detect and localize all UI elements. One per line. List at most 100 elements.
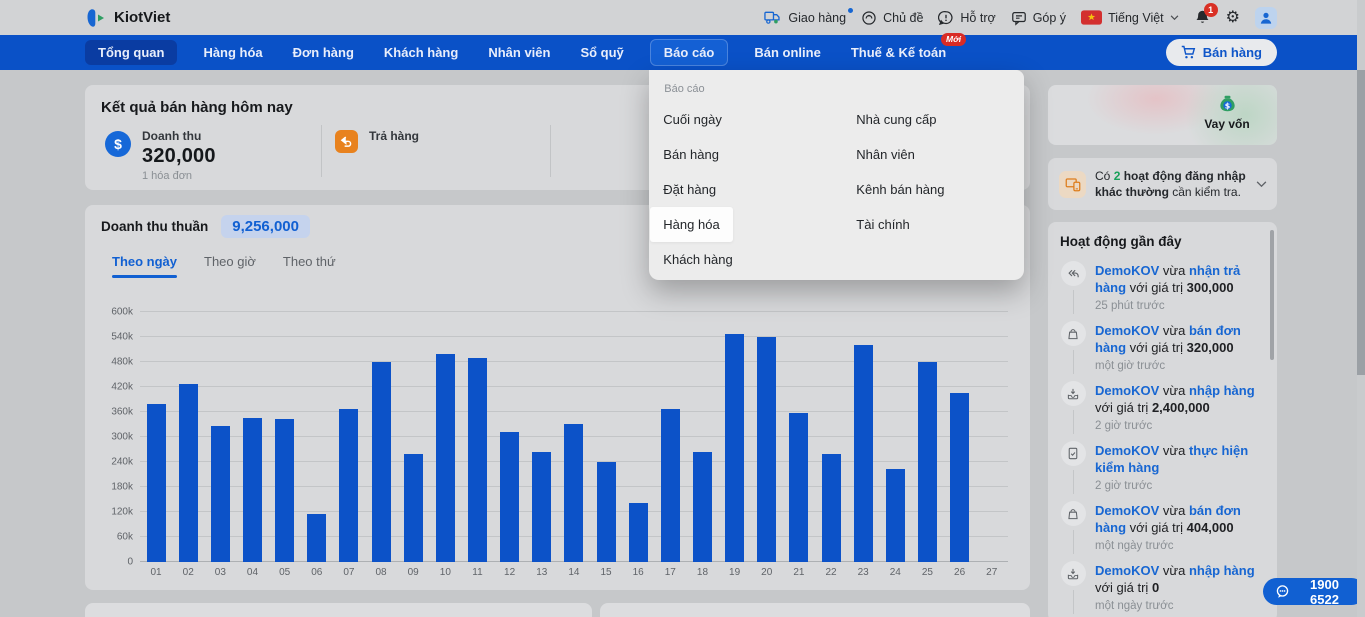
x-tick-16: 16 xyxy=(622,567,654,578)
bar-slot-24 xyxy=(879,469,911,562)
activity-segment: 0 xyxy=(1152,580,1159,595)
bar-26 xyxy=(950,393,969,562)
nav-item-bao-cao[interactable]: Báo cáoBáo cáoCuối ngàyBán hàngĐặt hàngH… xyxy=(650,39,729,66)
nav-items: Tổng quan Hàng hóa Đơn hàng Khách hàng Nhân … xyxy=(85,35,950,70)
x-tick-06: 06 xyxy=(301,567,333,578)
timeline-connector xyxy=(1073,290,1074,314)
bar-slot-22 xyxy=(815,454,847,562)
login-alert-card[interactable]: Có 2 hoạt động đăng nhập khác thường cần… xyxy=(1048,158,1277,210)
x-tick-11: 11 xyxy=(461,567,493,578)
import-icon xyxy=(1061,561,1086,586)
gop-y-menu-item[interactable]: Góp ý xyxy=(1011,10,1066,26)
chart-tabs: Theo ngày Theo giờ Theo thứ xyxy=(112,254,336,278)
menu-item-hang-hoa[interactable]: Hàng hóa xyxy=(650,207,732,242)
nav-item-nhan-vien[interactable]: Nhân viên xyxy=(484,40,554,65)
activity-text: DemoKOV vừa nhận trả hàng với giá trị 30… xyxy=(1095,262,1269,296)
menu-item-khach-hang[interactable]: Khách hàng xyxy=(650,242,745,277)
sell-button[interactable]: Bán hàng xyxy=(1166,39,1277,66)
divider xyxy=(321,125,322,177)
activity-link[interactable]: DemoKOV xyxy=(1095,563,1159,578)
activity-text: DemoKOV vừa bán đơn hàng với giá trị 404… xyxy=(1095,502,1269,536)
loan-link[interactable]: $ Vay vốn xyxy=(1196,93,1258,131)
tab-theo-ngày[interactable]: Theo ngày xyxy=(112,254,177,278)
timeline-connector xyxy=(1073,410,1074,434)
returns-metric: Trả hàng xyxy=(335,129,419,153)
chat-bubble-icon xyxy=(1275,584,1290,599)
nav-item-thue-ke-toan[interactable]: Thuế & Kế toánMới xyxy=(847,40,950,65)
brand[interactable]: KiotViet xyxy=(85,0,170,35)
bar-slot-06 xyxy=(301,514,333,562)
giao-hang-label: Giao hàng xyxy=(788,11,846,25)
bag-icon xyxy=(1061,501,1086,526)
menu-item-tai-chinh[interactable]: Tài chính xyxy=(843,207,922,242)
window-scrollbar[interactable] xyxy=(1357,0,1365,617)
bar-05 xyxy=(275,419,294,562)
activity-list: DemoKOV vừa nhận trả hàng với giá trị 30… xyxy=(1060,261,1269,614)
activity-scrollbar[interactable] xyxy=(1270,230,1274,360)
bar-slot-17 xyxy=(654,409,686,562)
bar-slot-16 xyxy=(622,503,654,562)
cart-icon xyxy=(1181,45,1196,60)
x-tick-10: 10 xyxy=(429,567,461,578)
revenue-invoice-count: 1 hóa đơn xyxy=(142,170,216,182)
hotline-number: 1900 6522 xyxy=(1296,577,1353,607)
activity-link[interactable]: DemoKOV xyxy=(1095,503,1159,518)
nav-item-label: Thuế & Kế toán xyxy=(851,45,946,60)
window-scrollbar-thumb[interactable] xyxy=(1357,70,1365,375)
recent-activity-title: Hoạt động gần đây xyxy=(1060,234,1269,249)
menu-item-nhan-vien[interactable]: Nhân viên xyxy=(843,137,928,172)
activity-link[interactable]: nhập hàng xyxy=(1189,563,1255,578)
language-menu-item[interactable]: Tiếng Việt xyxy=(1081,10,1179,25)
menu-item-cuoi-ngay[interactable]: Cuối ngày xyxy=(650,102,735,137)
activity-link[interactable]: DemoKOV xyxy=(1095,383,1159,398)
bar-slot-07 xyxy=(333,409,365,562)
activity-link[interactable]: nhập hàng xyxy=(1189,383,1255,398)
tab-theo-giờ[interactable]: Theo giờ xyxy=(204,254,256,278)
activity-link[interactable]: DemoKOV xyxy=(1095,443,1159,458)
x-tick-14: 14 xyxy=(558,567,590,578)
menu-item-dat-hang[interactable]: Đặt hàng xyxy=(650,172,729,207)
nav-item-hang-hoa[interactable]: Hàng hóa xyxy=(199,40,266,65)
x-tick-01: 01 xyxy=(140,567,172,578)
tab-theo-thứ[interactable]: Theo thứ xyxy=(283,254,336,278)
activity-link[interactable]: DemoKOV xyxy=(1095,323,1159,338)
bar-20 xyxy=(757,337,776,562)
menu-item-nha-cung-cap[interactable]: Nhà cung cấp xyxy=(843,102,949,137)
nav-item-tong-quan[interactable]: Tổng quan xyxy=(85,40,177,65)
activity-time: một giờ trước xyxy=(1095,360,1269,374)
notifications-button[interactable]: 1 xyxy=(1194,9,1211,26)
timeline-connector xyxy=(1073,350,1074,374)
giao-hang-menu-item[interactable]: Giao hàng xyxy=(764,10,846,25)
nav-item-so-quy[interactable]: Sổ quỹ xyxy=(576,40,627,65)
activity-body: DemoKOV vừa bán đơn hàng với giá trị 404… xyxy=(1095,501,1269,554)
chu-de-menu-item[interactable]: Chủ đề xyxy=(861,10,923,26)
nav-item-don-hang[interactable]: Đơn hàng xyxy=(289,40,358,65)
new-badge: Mới xyxy=(941,33,966,46)
chart-header: Doanh thu thuần 9,256,000 xyxy=(101,215,310,238)
loan-label: Vay vốn xyxy=(1204,117,1249,131)
bar-slot-26 xyxy=(944,393,976,562)
gop-y-label: Góp ý xyxy=(1033,11,1066,25)
bar-slot-12 xyxy=(494,432,526,562)
settings-button[interactable]: ⚙ xyxy=(1226,10,1240,26)
chevron-down-icon[interactable] xyxy=(1256,181,1267,188)
nav-item-label: Khách hàng xyxy=(384,45,458,60)
menu-item-ban-hang[interactable]: Bán hàng xyxy=(650,137,732,172)
x-tick-07: 07 xyxy=(333,567,365,578)
bar-slot-20 xyxy=(751,337,783,562)
ho-tro-menu-item[interactable]: Hỗ trợ xyxy=(938,10,995,26)
activity-link[interactable]: DemoKOV xyxy=(1095,263,1159,278)
kiotviet-logo-icon xyxy=(85,7,107,29)
user-avatar[interactable] xyxy=(1255,7,1277,29)
bar-03 xyxy=(211,426,230,562)
nav-item-label: Sổ quỹ xyxy=(580,45,623,60)
x-tick-22: 22 xyxy=(815,567,847,578)
hotline-chat-button[interactable]: 1900 6522 xyxy=(1263,578,1365,605)
nav-item-khach-hang[interactable]: Khách hàng xyxy=(380,40,462,65)
nav-item-ban-online[interactable]: Bán online xyxy=(750,40,824,65)
x-tick-24: 24 xyxy=(879,567,911,578)
menu-item-kenh-ban-hang[interactable]: Kênh bán hàng xyxy=(843,172,957,207)
activity-icon-column xyxy=(1060,261,1086,314)
bar-slot-05 xyxy=(269,419,301,562)
activity-segment: vừa xyxy=(1159,563,1189,578)
